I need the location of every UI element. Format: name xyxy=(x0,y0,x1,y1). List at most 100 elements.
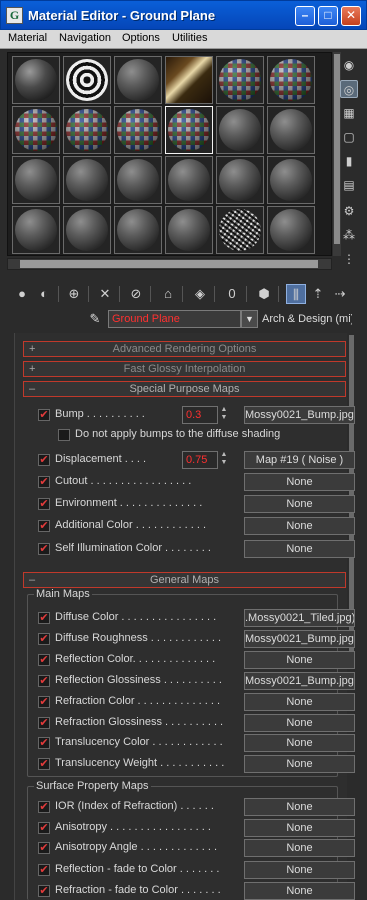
sample-slot[interactable] xyxy=(12,206,60,254)
sample-slot[interactable] xyxy=(267,56,315,104)
material-name-input[interactable]: Ground Plane xyxy=(108,310,241,328)
sample-slot[interactable] xyxy=(267,156,315,204)
translucency-color-checkbox[interactable]: ✔ xyxy=(38,737,50,749)
scrollbar-thumb[interactable] xyxy=(20,260,318,268)
sample-slot[interactable] xyxy=(267,206,315,254)
go-forward-to-sibling-icon[interactable]: ⇢ xyxy=(330,284,350,304)
options-icon[interactable]: ⚙ xyxy=(340,202,358,220)
video-color-check-icon[interactable]: ▮ xyxy=(340,152,358,170)
sample-slot[interactable] xyxy=(114,206,162,254)
sample-slot[interactable] xyxy=(165,206,213,254)
menu-material[interactable]: Material xyxy=(8,32,47,44)
show-end-result-icon[interactable]: ⫼ xyxy=(286,284,306,304)
sample-slot[interactable] xyxy=(63,206,111,254)
reflection-fade-map-button[interactable]: None xyxy=(244,861,355,879)
show-map-in-viewport-icon[interactable]: ⬢ xyxy=(254,284,274,304)
material-id-channel-icon[interactable]: ◈ xyxy=(190,284,210,304)
translucency-color-map-button[interactable]: None xyxy=(244,734,355,752)
menu-options[interactable]: Options xyxy=(122,32,160,44)
reset-map-icon[interactable]: ✕ xyxy=(95,284,115,304)
sample-slot[interactable] xyxy=(165,156,213,204)
diffuse-color-checkbox[interactable]: ✔ xyxy=(38,612,50,624)
ior-map-button[interactable]: None xyxy=(244,798,355,816)
displacement-checkbox[interactable]: ✔ xyxy=(38,454,50,466)
put-material-icon[interactable]: ◐ xyxy=(34,284,54,304)
sample-slot[interactable] xyxy=(267,106,315,154)
cutout-map-button[interactable]: None xyxy=(244,473,355,491)
self-illumination-checkbox[interactable]: ✔ xyxy=(38,543,50,555)
make-unique-icon[interactable]: ⊘ xyxy=(126,284,146,304)
rollout-advanced-rendering[interactable]: + Advanced Rendering Options xyxy=(23,341,346,357)
put-to-library-icon[interactable]: ⌂ xyxy=(158,284,178,304)
no-bump-diffuse-checkbox[interactable] xyxy=(58,429,70,441)
go-to-parent-icon[interactable]: ⇡ xyxy=(308,284,328,304)
environment-checkbox[interactable]: ✔ xyxy=(38,498,50,510)
sample-slot[interactable] xyxy=(165,56,213,104)
spinner-icon[interactable]: ▲ ▼ xyxy=(219,406,229,424)
rollout-fast-glossy[interactable]: + Fast Glossy Interpolation xyxy=(23,361,346,377)
sample-type-icon[interactable]: ◉ xyxy=(340,56,358,74)
sample-slot[interactable] xyxy=(216,156,264,204)
sample-slot[interactable] xyxy=(114,56,162,104)
sample-slot[interactable] xyxy=(216,56,264,104)
sample-slot[interactable] xyxy=(12,156,60,204)
refraction-glossiness-checkbox[interactable]: ✔ xyxy=(38,717,50,729)
get-material-icon[interactable]: ● xyxy=(12,284,32,304)
translucency-weight-checkbox[interactable]: ✔ xyxy=(38,758,50,770)
material-id-icon[interactable]: 0 xyxy=(222,284,242,304)
backlight-icon[interactable]: ◎ xyxy=(340,80,358,98)
cutout-checkbox[interactable]: ✔ xyxy=(38,476,50,488)
refraction-color-checkbox[interactable]: ✔ xyxy=(38,696,50,708)
app-icon[interactable]: G xyxy=(6,7,23,24)
sample-slot[interactable] xyxy=(114,106,162,154)
refraction-glossiness-map-button[interactable]: None xyxy=(244,714,355,732)
sample-slot[interactable] xyxy=(63,156,111,204)
make-preview-icon[interactable]: ▤ xyxy=(340,176,358,194)
sample-slot-active[interactable] xyxy=(165,106,213,154)
translucency-weight-map-button[interactable]: None xyxy=(244,755,355,773)
select-by-material-icon[interactable]: ⁂ xyxy=(340,226,358,244)
reflection-color-checkbox[interactable]: ✔ xyxy=(38,654,50,666)
reflection-fade-checkbox[interactable]: ✔ xyxy=(38,864,50,876)
bump-amount-input[interactable]: 0.3 xyxy=(182,406,218,424)
sample-slot[interactable] xyxy=(114,156,162,204)
rollout-special-purpose-maps[interactable]: – Special Purpose Maps xyxy=(23,381,346,397)
displacement-map-button[interactable]: Map #19 ( Noise ) xyxy=(244,451,355,469)
anisotropy-angle-checkbox[interactable]: ✔ xyxy=(38,842,50,854)
sample-uv-tiling-icon[interactable]: ▢ xyxy=(340,128,358,146)
anisotropy-checkbox[interactable]: ✔ xyxy=(38,822,50,834)
sample-slot[interactable] xyxy=(12,56,60,104)
material-map-navigator-icon[interactable]: ⋮ xyxy=(340,250,358,268)
close-button[interactable]: ✕ xyxy=(341,6,361,26)
displacement-amount-input[interactable]: 0.75 xyxy=(182,451,218,469)
reflection-glossiness-map-button[interactable]: Mossy0021_Bump.jpg) xyxy=(244,672,355,690)
spin-up-icon[interactable]: ▲ xyxy=(219,406,229,414)
spin-down-icon[interactable]: ▼ xyxy=(219,459,229,467)
diffuse-roughness-checkbox[interactable]: ✔ xyxy=(38,633,50,645)
maximize-button[interactable]: □ xyxy=(318,6,338,26)
menu-utilities[interactable]: Utilities xyxy=(172,32,207,44)
sample-horizontal-scrollbar[interactable] xyxy=(7,258,332,270)
diffuse-color-map-button[interactable]: .Mossy0021_Tiled.jpg) xyxy=(244,609,355,627)
self-illumination-map-button[interactable]: None xyxy=(244,540,355,558)
sample-slot[interactable] xyxy=(12,106,60,154)
anisotropy-map-button[interactable]: None xyxy=(244,819,355,837)
anisotropy-angle-map-button[interactable]: None xyxy=(244,839,355,857)
ior-checkbox[interactable]: ✔ xyxy=(38,801,50,813)
additional-color-map-button[interactable]: None xyxy=(244,517,355,535)
reflection-color-map-button[interactable]: None xyxy=(244,651,355,669)
diffuse-roughness-map-button[interactable]: Mossy0021_Bump.jpg) xyxy=(244,630,355,648)
spin-down-icon[interactable]: ▼ xyxy=(219,414,229,422)
reflection-glossiness-checkbox[interactable]: ✔ xyxy=(38,675,50,687)
refraction-fade-checkbox[interactable]: ✔ xyxy=(38,885,50,897)
bump-map-button[interactable]: Mossy0021_Bump.jpg) xyxy=(244,406,355,424)
sample-slot[interactable] xyxy=(63,106,111,154)
spin-up-icon[interactable]: ▲ xyxy=(219,451,229,459)
minimize-button[interactable]: – xyxy=(295,6,315,26)
material-type-button[interactable]: Arch & Design (mi) xyxy=(262,310,352,328)
menu-navigation[interactable]: Navigation xyxy=(59,32,111,44)
chevron-down-icon[interactable]: ▼ xyxy=(241,310,258,328)
sample-slot[interactable] xyxy=(216,206,264,254)
pick-material-from-object-icon[interactable]: ✎ xyxy=(86,310,104,328)
background-checker-icon[interactable]: ▦ xyxy=(340,104,358,122)
